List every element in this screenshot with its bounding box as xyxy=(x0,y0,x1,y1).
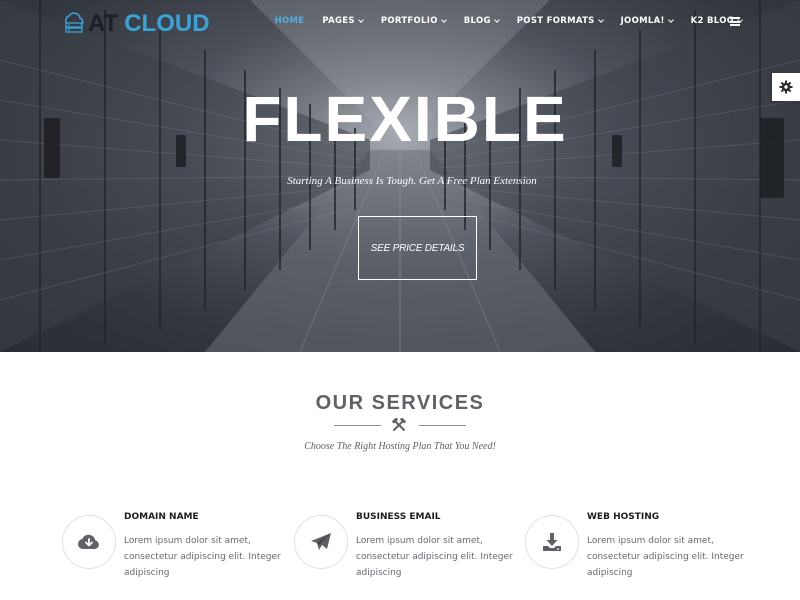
site-logo[interactable]: AT CLOUD xyxy=(62,10,210,38)
service-icon-circle xyxy=(525,515,579,569)
service-description: Lorem ipsum dolor sit amet, consectetur … xyxy=(356,536,513,578)
nav-item-label: HOME xyxy=(274,16,305,26)
nav-item-blog[interactable]: BLOG xyxy=(463,16,500,26)
download-tray-icon xyxy=(543,533,561,551)
service-card-web-hosting: WEB HOSTING Lorem ipsum dolor sit amet, … xyxy=(525,512,745,592)
hamburger-icon[interactable] xyxy=(730,17,740,26)
logo-text-prefix: AT xyxy=(88,10,119,37)
main-navigation: HOME PAGES PORTFOLIO BLOG POST FORMATS JOOMLA… xyxy=(275,16,743,26)
service-card-business-email: BUSINESS EMAIL Lorem ipsum dolor sit ame… xyxy=(294,512,514,592)
chevron-down-icon xyxy=(440,16,447,23)
logo-text-suffix: CLOUD xyxy=(124,10,210,37)
service-card-domain-name: DOMAIN NAME Lorem ipsum dolor sit amet, … xyxy=(62,512,282,592)
nav-item-label: BLOG xyxy=(463,16,491,26)
nav-item-label: PORTFOLIO xyxy=(380,16,438,26)
services-title: OUR SERVICES xyxy=(315,392,485,414)
crossed-tools-icon xyxy=(391,418,407,431)
service-icon-circle xyxy=(294,515,348,569)
nav-item-label: PAGES xyxy=(322,16,355,26)
service-description: Lorem ipsum dolor sit amet, consectetur … xyxy=(124,536,281,578)
chevron-down-icon xyxy=(597,16,604,23)
service-title: BUSINESS EMAIL xyxy=(356,512,441,522)
services-subtitle: Choose The Right Hosting Plan That You N… xyxy=(304,441,496,452)
nav-item-pages[interactable]: PAGES xyxy=(322,16,364,26)
site-header: AT CLOUD HOME PAGES PORTFOLIO BLOG POST FORM… xyxy=(0,0,800,46)
nav-item-joomla[interactable]: JOOMLA! xyxy=(620,16,674,26)
nav-item-label: K2 BLOG xyxy=(690,16,734,26)
hero-banner: AT CLOUD HOME PAGES PORTFOLIO BLOG POST FORM… xyxy=(0,0,800,352)
nav-item-post-formats[interactable]: POST FORMATS xyxy=(516,16,604,26)
chevron-down-icon xyxy=(667,16,674,23)
hero-subtitle: Starting A Business Is Tough. Get A Free… xyxy=(287,175,537,187)
service-icon-circle xyxy=(62,515,116,569)
hero-title: FLEXIBLE xyxy=(242,83,568,155)
chevron-down-icon xyxy=(493,16,500,23)
section-divider xyxy=(334,417,466,431)
cloud-download-icon xyxy=(77,534,99,549)
nav-item-portfolio[interactable]: PORTFOLIO xyxy=(380,16,447,26)
service-description: Lorem ipsum dolor sit amet, consectetur … xyxy=(587,536,744,578)
nav-item-label: JOOMLA! xyxy=(620,16,665,26)
service-title: DOMAIN NAME xyxy=(124,512,199,522)
service-title: WEB HOSTING xyxy=(587,512,660,522)
nav-item-home[interactable]: HOME xyxy=(275,16,305,26)
paper-plane-icon xyxy=(311,533,331,550)
chevron-down-icon xyxy=(357,16,364,23)
see-price-details-button[interactable]: SEE PRICE DETAILS xyxy=(358,216,477,280)
nav-item-label: POST FORMATS xyxy=(516,16,595,26)
cloud-server-icon xyxy=(64,12,84,33)
